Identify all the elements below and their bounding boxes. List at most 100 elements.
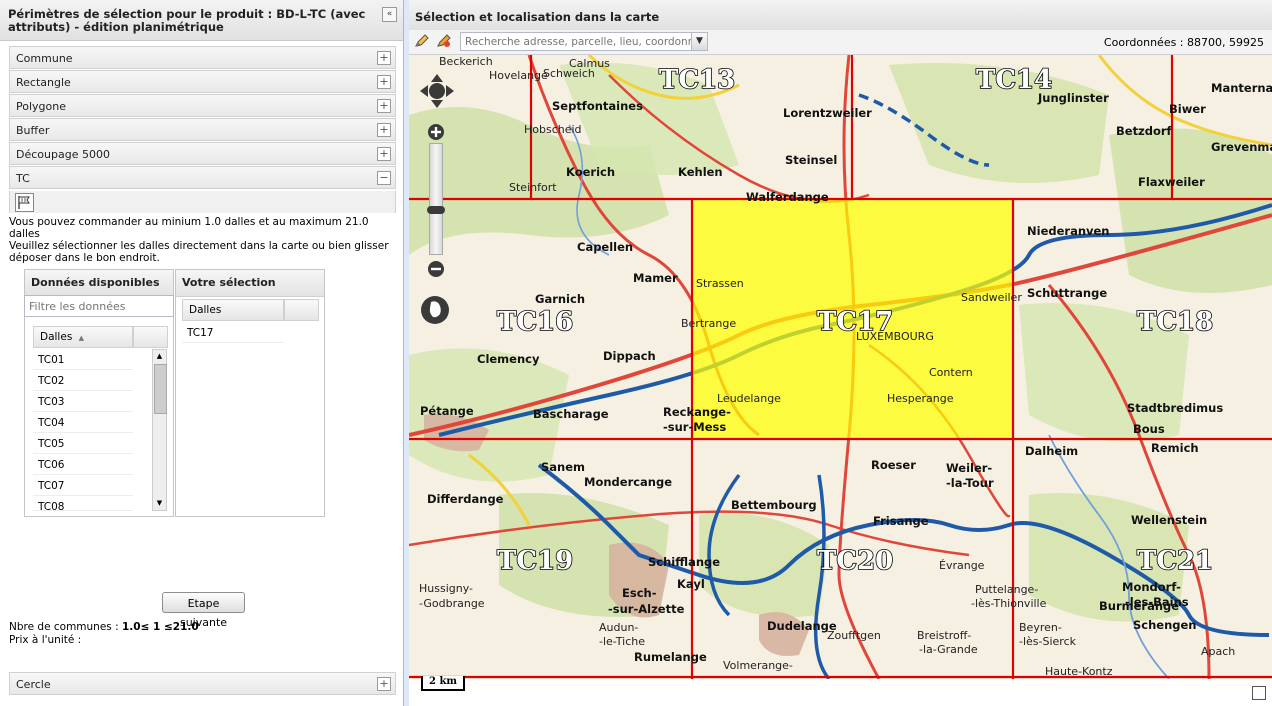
zoom-slider[interactable] <box>427 143 445 255</box>
tile-label-tc19: TC19 <box>497 546 573 576</box>
tile-label-tc14: TC14 <box>976 65 1052 95</box>
place-label: -sur-Alzette <box>608 602 685 616</box>
zoom-slider-thumb[interactable] <box>427 206 445 214</box>
dalles-column-header[interactable]: Dalles ▲ <box>33 326 133 348</box>
collapse-icon[interactable]: − <box>377 171 391 185</box>
place-label: Beckerich <box>439 55 493 68</box>
tile-label-tc16: TC16 <box>497 307 573 337</box>
zoom-in-icon[interactable] <box>426 122 446 142</box>
collapse-panel-button[interactable]: « <box>382 7 397 22</box>
place-label: Schweich <box>543 67 595 80</box>
place-label: Mamer <box>633 271 678 285</box>
accordion-cercle[interactable]: Cercle + <box>9 672 396 695</box>
list-item[interactable]: TC07 <box>33 476 133 496</box>
expand-icon[interactable]: + <box>377 123 391 137</box>
place-label: Haute-Kontz <box>1045 665 1113 678</box>
map-panel-header: Sélection et localisation dans la carte <box>409 0 1272 31</box>
selection-panel: Périmètres de sélection pour le produit … <box>0 0 404 706</box>
place-label: Frisange <box>873 514 929 528</box>
place-label: Wellenstein <box>1131 513 1207 527</box>
place-label: Roeser <box>871 458 916 472</box>
place-label: -lès-Sierck <box>1019 635 1077 648</box>
draw-erase-icon[interactable] <box>436 33 452 49</box>
filter-input[interactable] <box>24 295 174 317</box>
place-label: Rumelange <box>634 650 707 664</box>
place-label: Mondercange <box>584 475 672 489</box>
place-label: Bous <box>1133 422 1165 436</box>
place-label: Flaxweiler <box>1138 175 1205 189</box>
place-label: Betzdorf <box>1116 124 1173 138</box>
expand-icon[interactable]: + <box>377 147 391 161</box>
place-label: Hussigny- <box>419 582 473 595</box>
list-item[interactable]: TC02 <box>33 371 133 391</box>
place-label: Volmerange- <box>723 659 793 672</box>
search-input[interactable] <box>460 32 708 51</box>
place-label: Septfontaines <box>552 99 643 113</box>
place-label: Dalheim <box>1025 444 1078 458</box>
place-label: Sanem <box>541 460 585 474</box>
pan-control-icon[interactable] <box>419 73 455 109</box>
list-item[interactable]: TC05 <box>33 434 133 454</box>
place-label: Weiler- <box>946 461 992 475</box>
accordion-tc[interactable]: TC − <box>9 166 396 189</box>
place-label: Schifflange <box>648 555 720 569</box>
place-label: Pétange <box>420 404 474 418</box>
resize-corner-icon[interactable] <box>1252 686 1266 700</box>
expand-icon[interactable]: + <box>377 75 391 89</box>
accordion-label: Polygone <box>16 100 66 113</box>
tc-toolbar <box>9 191 396 213</box>
place-label: Dippach <box>603 349 656 363</box>
accordion-label: Buffer <box>16 124 50 137</box>
selection-column-header[interactable]: Dalles <box>182 299 284 321</box>
list-scrollbar[interactable]: ▲ ▼ <box>152 349 167 511</box>
scroll-up-icon[interactable]: ▲ <box>154 351 165 362</box>
place-label: Bascharage <box>533 407 609 421</box>
column-header-filler <box>284 299 319 321</box>
accordion-label: Commune <box>16 52 73 65</box>
scroll-down-icon[interactable]: ▼ <box>154 498 165 509</box>
count-label: Nbre de communes : <box>9 621 119 633</box>
accordion-decoupage-5000[interactable]: Découpage 5000 + <box>9 142 396 165</box>
list-item[interactable]: TC04 <box>33 413 133 433</box>
place-label: Hesperange <box>887 392 954 405</box>
accordion-polygone[interactable]: Polygone + <box>9 94 396 117</box>
place-label: Leudelange <box>717 392 781 405</box>
list-item[interactable]: TC01 <box>33 350 133 370</box>
flag-select-icon[interactable] <box>15 193 34 212</box>
selected-item[interactable]: TC17 <box>182 323 284 343</box>
sort-asc-icon: ▲ <box>78 334 85 342</box>
country-overview-icon[interactable] <box>420 295 450 325</box>
order-summary: Nbre de communes : 1.0≤ 1 ≤21.0 Prix à l… <box>9 621 199 647</box>
place-label: Kehlen <box>678 165 723 179</box>
list-item[interactable]: TC06 <box>33 455 133 475</box>
expand-icon[interactable]: + <box>377 677 391 691</box>
accordion-buffer[interactable]: Buffer + <box>9 118 396 141</box>
place-label: Koerich <box>566 165 615 179</box>
scroll-thumb[interactable] <box>154 364 167 414</box>
list-item[interactable]: TC08 <box>33 497 133 511</box>
info-line-2: Veuillez sélectionner les dalles directe… <box>9 240 389 264</box>
tile-label-tc20: TC20 <box>817 546 893 576</box>
place-label: Hovelange <box>489 69 548 82</box>
place-label: Burmerange <box>1099 599 1179 613</box>
place-label: Capellen <box>577 240 633 254</box>
place-label: -lès-Thionville <box>971 597 1047 610</box>
map-canvas[interactable]: Beckerich Calmus Schweich Hovelange Sept… <box>409 55 1272 679</box>
list-item[interactable]: TC03 <box>33 392 133 412</box>
place-label: Zoufftgen <box>827 629 881 642</box>
tile-label-tc17: TC17 <box>817 307 893 337</box>
chevron-down-icon[interactable]: ▼ <box>691 32 708 51</box>
place-label: Contern <box>929 366 973 379</box>
place-label: -la-Tour <box>946 476 994 490</box>
place-label: -sur-Mess <box>663 420 726 434</box>
zoom-out-icon[interactable] <box>426 259 446 279</box>
column-label: Dalles <box>40 331 73 343</box>
accordion-commune[interactable]: Commune + <box>9 46 396 69</box>
expand-icon[interactable]: + <box>377 51 391 65</box>
next-step-button[interactable]: Etape suivante <box>162 592 245 629</box>
column-header-filler <box>133 326 168 348</box>
accordion-rectangle[interactable]: Rectangle + <box>9 70 396 93</box>
expand-icon[interactable]: + <box>377 99 391 113</box>
place-label: Niederanven <box>1027 224 1110 238</box>
draw-pencil-icon[interactable] <box>414 33 430 49</box>
